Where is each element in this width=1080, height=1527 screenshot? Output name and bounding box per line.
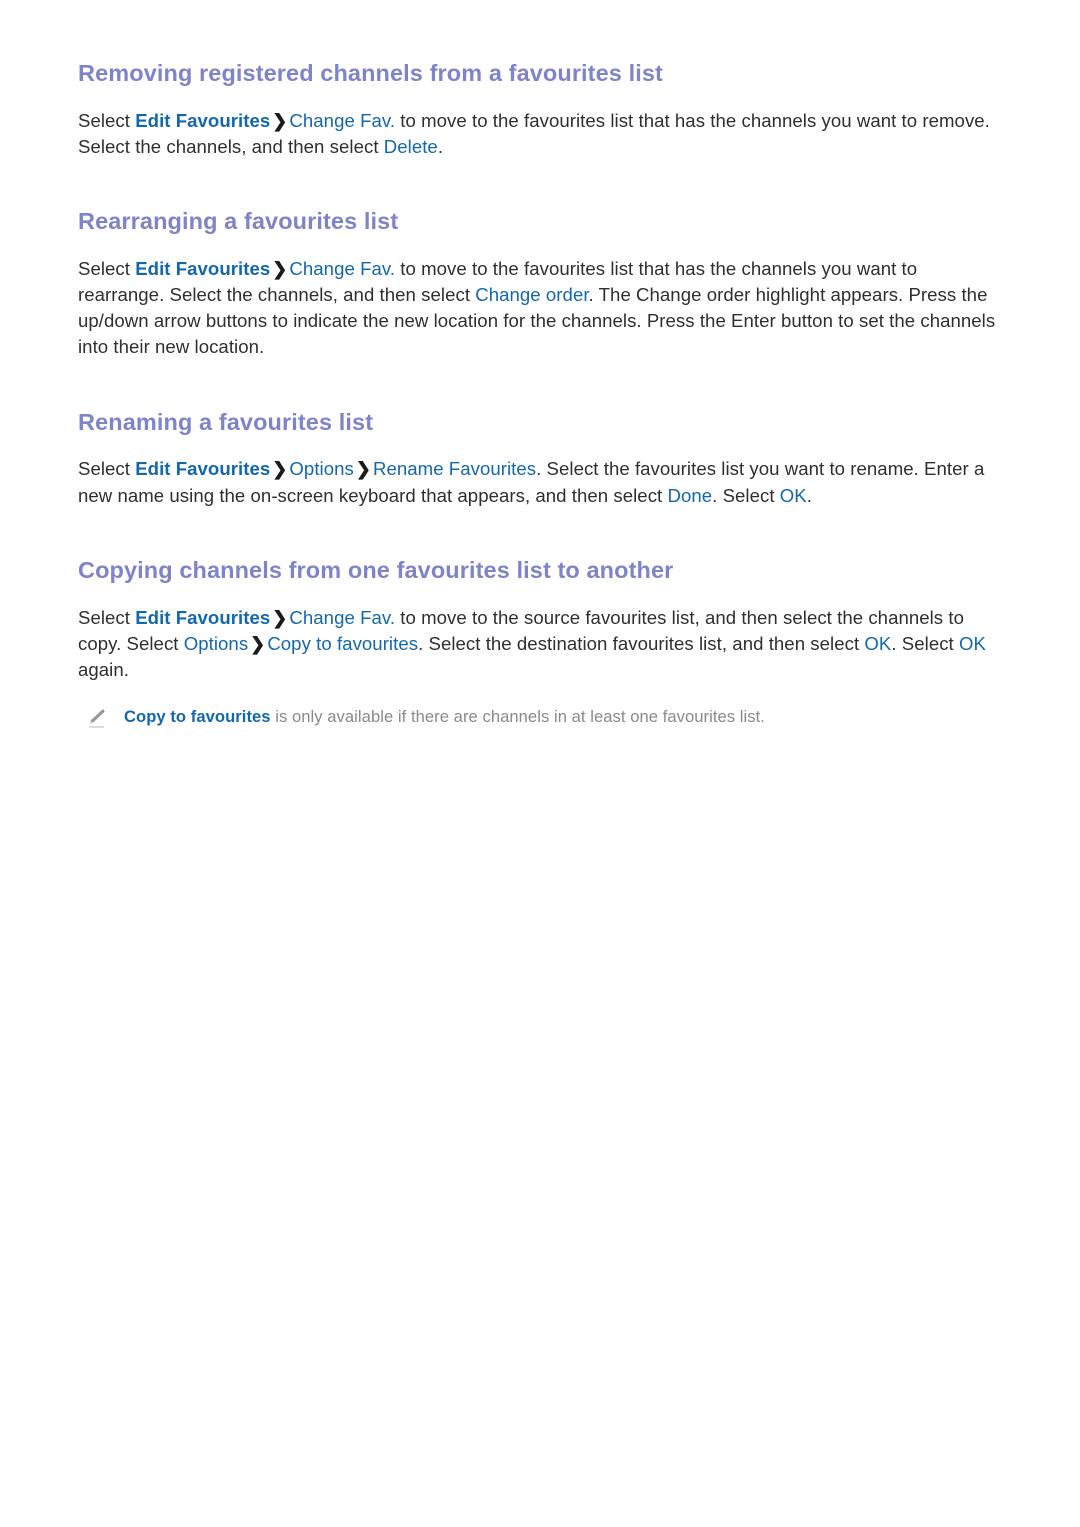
section-paragraph: Select Edit Favourites ❯ Options ❯ Rename Fa… bbox=[78, 456, 1003, 508]
text-fragment: is only available if there are channels … bbox=[270, 707, 765, 727]
text-fragment: again. bbox=[78, 658, 129, 680]
menu-link-change-fav[interactable]: Change Fav. bbox=[289, 258, 395, 279]
note-callout: Copy to favourites is only available if … bbox=[86, 705, 1003, 731]
section-heading: Renaming a favourites list bbox=[78, 408, 374, 435]
menu-link-change-fav[interactable]: Change Fav. bbox=[289, 110, 395, 131]
section-heading: Rearranging a favourites list bbox=[78, 208, 399, 235]
text-fragment: . bbox=[437, 135, 444, 157]
section-heading: Removing registered channels from a favo… bbox=[78, 60, 663, 86]
menu-link-delete[interactable]: Delete bbox=[384, 136, 438, 157]
menu-link-ok[interactable]: OK bbox=[959, 633, 986, 654]
menu-link-edit-favourites[interactable]: Edit Favourites bbox=[135, 458, 270, 479]
text-fragment: . Select bbox=[891, 632, 959, 654]
chevron-right-icon: ❯ bbox=[355, 459, 371, 480]
document-page: Removing registered channels from a favo… bbox=[0, 0, 1080, 1527]
section-rearranging-favourites-list: Rearranging a favourites list Select Edi… bbox=[78, 208, 1003, 361]
menu-link-options[interactable]: Options bbox=[184, 633, 248, 654]
menu-link-rename-favourites[interactable]: Rename Favourites bbox=[373, 458, 536, 479]
menu-link-edit-favourites[interactable]: Edit Favourites bbox=[135, 258, 270, 279]
chevron-right-icon: ❯ bbox=[250, 633, 266, 654]
chevron-right-icon: ❯ bbox=[272, 258, 288, 279]
text-fragment: . Select bbox=[712, 484, 780, 506]
menu-link-edit-favourites[interactable]: Edit Favourites bbox=[135, 607, 270, 628]
menu-link-options[interactable]: Options bbox=[289, 458, 353, 479]
menu-link-copy-to-favourites[interactable]: Copy to favourites bbox=[124, 707, 271, 726]
section-paragraph: Select Edit Favourites ❯ Change Fav. to mo… bbox=[78, 605, 1003, 684]
pencil-icon bbox=[86, 707, 112, 731]
menu-link-edit-favourites[interactable]: Edit Favourites bbox=[135, 110, 270, 131]
text-fragment: . bbox=[806, 484, 812, 506]
menu-link-copy-to-favourites[interactable]: Copy to favourites bbox=[267, 633, 418, 654]
menu-link-ok[interactable]: OK bbox=[864, 633, 891, 654]
text-fragment: . Select the destination favourites list… bbox=[418, 632, 865, 654]
note-text: Copy to favourites is only available if … bbox=[124, 705, 765, 729]
menu-link-change-order[interactable]: Change order bbox=[475, 284, 588, 305]
text-fragment: Select bbox=[78, 109, 136, 131]
menu-link-change-fav[interactable]: Change Fav. bbox=[289, 607, 395, 628]
menu-link-ok[interactable]: OK bbox=[780, 485, 807, 506]
text-fragment: Select bbox=[78, 606, 136, 628]
chevron-right-icon: ❯ bbox=[272, 459, 288, 480]
text-fragment: Select bbox=[78, 458, 136, 480]
section-paragraph: Select Edit Favourites ❯ Change Fav. to mo… bbox=[78, 108, 1003, 160]
section-heading: Copying channels from one favourites lis… bbox=[78, 556, 674, 583]
section-renaming-favourites-list: Renaming a favourites list Select Edit F… bbox=[78, 409, 1003, 509]
menu-link-done[interactable]: Done bbox=[667, 485, 712, 506]
chevron-right-icon: ❯ bbox=[272, 110, 288, 131]
section-paragraph: Select Edit Favourites ❯ Change Fav. to mo… bbox=[78, 256, 1003, 361]
text-fragment: Select bbox=[78, 257, 136, 279]
section-removing-registered-channels: Removing registered channels from a favo… bbox=[78, 60, 1003, 160]
chevron-right-icon: ❯ bbox=[272, 607, 288, 628]
section-copying-channels: Copying channels from one favourites lis… bbox=[78, 557, 1003, 731]
document-content: Removing registered channels from a favo… bbox=[78, 60, 1003, 731]
